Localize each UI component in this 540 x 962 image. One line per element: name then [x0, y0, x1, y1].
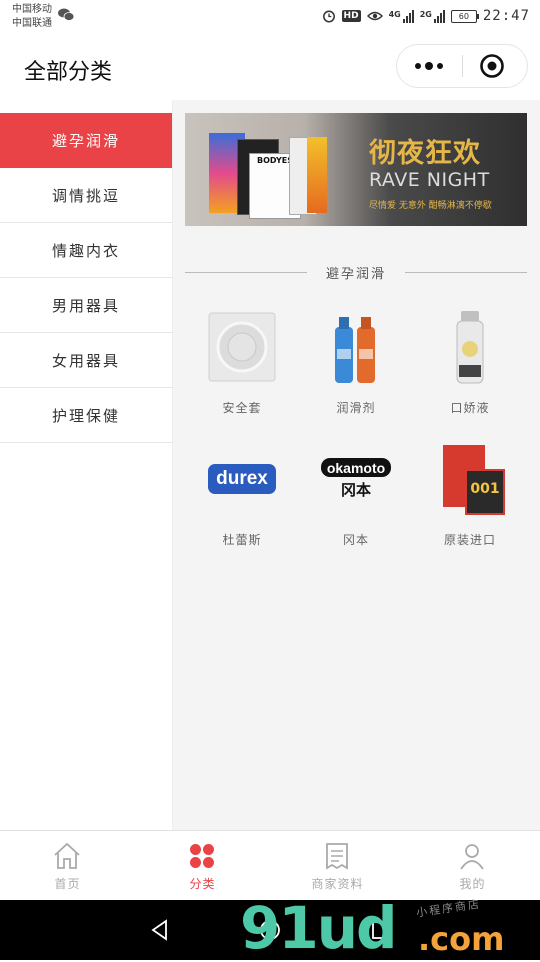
back-icon[interactable] [148, 918, 172, 942]
tab-label: 首页 [54, 877, 81, 891]
sidebar-item-care[interactable]: 护理保健 [0, 388, 172, 443]
sidebar-item-flirting[interactable]: 调情挑逗 [0, 168, 172, 223]
signal-2g-icon: 2G [419, 9, 445, 23]
tab-label: 商家资料 [311, 877, 364, 891]
capsule-divider [462, 55, 463, 77]
home-icon [54, 842, 80, 869]
product-oral-gel[interactable]: 口娇液 [413, 305, 527, 425]
oral-gel-bottle-icon [456, 311, 484, 384]
carrier-2: 中国联通 [12, 18, 52, 29]
user-icon [460, 844, 484, 870]
product-label: 杜蕾斯 [222, 533, 262, 547]
sidebar-item-female-devices[interactable]: 女用器具 [0, 333, 172, 388]
close-miniprogram-button[interactable] [479, 53, 505, 79]
imported-box-icon: 001 [435, 441, 505, 516]
more-button[interactable] [397, 45, 461, 87]
tab-label: 分类 [189, 877, 216, 891]
net-4g-label: 4G [388, 9, 401, 19]
promo-banner[interactable]: BODYES 彻夜狂欢 RAVE NIGHT 尽情爱 无意外 酣畅淋漓不停歇 [185, 113, 527, 226]
watermark-suffix: .com [418, 920, 505, 958]
sidebar-item-label: 护理保健 [51, 406, 120, 425]
durex-logo-text: durex [216, 467, 268, 489]
sidebar-item-label: 情趣内衣 [51, 241, 120, 260]
product-box-image [307, 137, 327, 213]
product-condom[interactable]: 安全套 [185, 305, 299, 425]
sidebar-item-label: 女用器具 [51, 351, 120, 370]
dot-icon [415, 63, 421, 69]
banner-subtitle: RAVE NIGHT [369, 169, 490, 191]
section-header: 避孕润滑 [185, 263, 527, 283]
page-title: 全部分类 [24, 60, 113, 85]
tab-merchant-info[interactable]: 商家资料 [270, 831, 405, 901]
product-label: 冈本 [342, 533, 369, 547]
sidebar-item-lingerie[interactable]: 情趣内衣 [0, 223, 172, 278]
sidebar-item-label: 避孕润滑 [51, 131, 120, 150]
product-okamoto[interactable]: okamoto 冈本 冈本 [299, 437, 413, 557]
tab-me[interactable]: 我的 [405, 831, 540, 901]
net-2g-label: 2G [419, 9, 432, 19]
tab-home[interactable]: 首页 [0, 831, 135, 901]
box-text: 001 [470, 481, 500, 497]
document-icon [326, 843, 348, 870]
carrier-1: 中国移动 [12, 4, 52, 15]
eye-icon [366, 11, 383, 21]
category-sidebar: 避孕润滑 调情挑逗 情趣内衣 男用器具 女用器具 护理保健 [0, 100, 173, 830]
miniprogram-capsule [396, 44, 528, 88]
signal-4g-icon: 4G [388, 9, 414, 23]
product-label: 原装进口 [443, 533, 496, 547]
box-label: BODYES [257, 156, 293, 165]
nav-bar: 全部分类 [0, 34, 540, 100]
category-icon [190, 844, 214, 868]
product-imported[interactable]: 001 原装进口 [413, 437, 527, 557]
tab-category[interactable]: 分类 [135, 831, 270, 901]
wechat-icon [58, 8, 74, 21]
condom-package-icon [208, 312, 276, 382]
dot-icon [425, 62, 433, 70]
okamoto-logo-cn: 冈本 [340, 480, 371, 499]
carrier-info: 中国移动 中国联通 [12, 3, 52, 31]
sidebar-item-label: 男用器具 [51, 296, 120, 315]
product-label: 润滑剂 [336, 401, 376, 415]
tab-label: 我的 [459, 877, 486, 891]
product-lubricant[interactable]: 润滑剂 [299, 305, 413, 425]
sidebar-item-male-devices[interactable]: 男用器具 [0, 278, 172, 333]
banner-title: 彻夜狂欢 [369, 138, 481, 169]
sidebar-item-contraception[interactable]: 避孕润滑 [0, 113, 172, 168]
status-right: HD 4G 2G 60 22:47 [322, 8, 530, 24]
product-label: 口娇液 [450, 401, 490, 415]
product-label: 安全套 [222, 401, 262, 415]
status-bar: 中国移动 中国联通 HD 4G 2G 60 22:47 [0, 0, 540, 34]
okamoto-logo: okamoto 冈本 [311, 441, 401, 516]
watermark-logo: 91ud [240, 894, 398, 962]
durex-logo: durex [207, 441, 277, 516]
section-divider-right [405, 272, 527, 273]
banner-caption: 尽情爱 无意外 酣畅淋漓不停歇 [369, 201, 492, 211]
clock: 22:47 [482, 8, 530, 24]
okamoto-logo-text: okamoto [326, 459, 386, 476]
dot-icon [437, 63, 443, 69]
battery-icon: 60 [450, 9, 479, 23]
tab-bar: 首页 分类 商家资料 我的 [0, 830, 540, 901]
category-content: BODYES 彻夜狂欢 RAVE NIGHT 尽情爱 无意外 酣畅淋漓不停歇 避… [173, 100, 540, 830]
hd-badge: HD [341, 10, 361, 22]
product-durex[interactable]: durex 杜蕾斯 [185, 437, 299, 557]
lubricant-bottles-icon [335, 317, 375, 383]
sidebar-item-label: 调情挑逗 [51, 186, 120, 205]
alarm-icon [322, 10, 335, 23]
